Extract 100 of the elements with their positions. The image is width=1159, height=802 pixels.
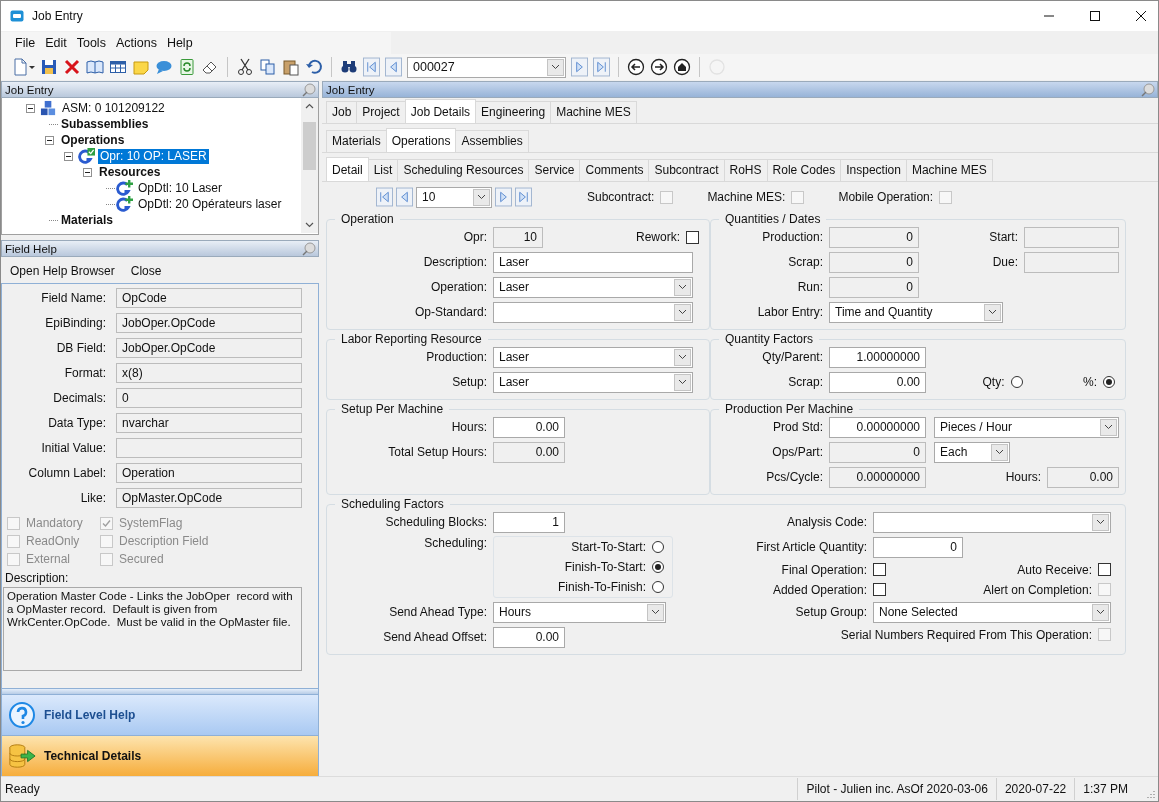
tree-item[interactable]: Materials — [59, 212, 116, 228]
checkbox[interactable] — [873, 563, 886, 576]
dropdown-field[interactable]: Laser — [493, 346, 693, 368]
dropdown-field[interactable]: Laser — [493, 371, 693, 393]
next-record-icon[interactable] — [571, 57, 588, 77]
undo-icon[interactable] — [305, 58, 323, 76]
input-field[interactable]: 1 — [493, 511, 565, 533]
save-icon[interactable] — [40, 58, 58, 76]
input-field[interactable]: JobOper.OpCode — [116, 313, 302, 333]
tab[interactable]: Machine MES — [905, 159, 993, 181]
menu-item[interactable]: Help — [162, 33, 197, 53]
checkbox[interactable] — [686, 230, 699, 244]
input-field[interactable]: 0.00 — [493, 441, 565, 463]
input-field[interactable]: OpCode — [116, 288, 302, 308]
input-field[interactable]: 0.00 — [493, 626, 565, 648]
resize-grip-icon[interactable] — [1146, 789, 1156, 799]
checkbox[interactable] — [1098, 563, 1111, 576]
last-record-icon[interactable] — [593, 57, 610, 77]
menu-item[interactable]: Actions — [111, 33, 161, 53]
tree-item[interactable]: Resources — [97, 164, 163, 180]
dropdown-field[interactable]: Each — [934, 441, 1010, 463]
expander-icon[interactable] — [45, 135, 54, 145]
tab[interactable]: Job — [326, 101, 358, 123]
input-field[interactable] — [1024, 251, 1119, 273]
input-field[interactable]: 0 — [116, 388, 302, 408]
input-field[interactable]: 0.00000000 — [829, 416, 926, 438]
menu-item[interactable]: File — [11, 33, 40, 53]
input-field[interactable]: 0 — [873, 536, 963, 558]
input-field[interactable]: JobOper.OpCode — [116, 338, 302, 358]
input-field[interactable]: OpMaster.OpCode — [116, 488, 302, 508]
tree-item[interactable]: OpDtl: 10 Laser — [136, 180, 225, 196]
dropdown-field[interactable]: Laser — [493, 276, 693, 298]
tree-item[interactable]: Operations — [59, 132, 127, 148]
input-field[interactable]: 1.00000000 — [829, 346, 926, 368]
paste-icon[interactable] — [282, 58, 300, 76]
input-field[interactable] — [1024, 226, 1119, 248]
description-field[interactable]: Operation Master Code - Links the JobOper record with a OpMaster record. Default is given from WrkCenter.OpCode. Must be valid in the OpMaster file. — [3, 587, 302, 671]
tab[interactable]: Assemblies — [455, 130, 529, 152]
tab[interactable]: Job Details — [404, 99, 477, 123]
expander-icon[interactable] — [83, 167, 92, 177]
navigation-bar-button[interactable]: Technical Details — [2, 735, 318, 776]
input-field[interactable]: 0 — [829, 251, 919, 273]
expander-icon[interactable] — [26, 103, 35, 113]
last-record-icon[interactable] — [515, 187, 532, 207]
input-field[interactable]: 0.00 — [829, 371, 926, 393]
scissors-icon[interactable] — [236, 58, 254, 76]
tree-item[interactable]: Opr: 10 OP: LASER — [98, 148, 209, 164]
splitter-handle[interactable] — [2, 688, 318, 694]
dropdown-field[interactable] — [873, 511, 1111, 533]
first-record-icon[interactable] — [376, 187, 393, 207]
menu-item[interactable]: Edit — [41, 33, 71, 53]
checkbox[interactable] — [873, 583, 886, 596]
refresh-icon[interactable] — [178, 58, 196, 76]
tree-item[interactable]: Subassemblies — [59, 116, 151, 132]
input-field[interactable] — [116, 438, 302, 458]
radio-button[interactable] — [652, 561, 664, 573]
record-dropdown[interactable]: 000027 — [407, 56, 566, 78]
dropdown-field[interactable]: Pieces / Hour — [934, 416, 1119, 438]
input-field[interactable]: 0.00 — [493, 416, 565, 438]
dropdown-field[interactable] — [493, 301, 693, 323]
radio-button[interactable] — [1103, 376, 1115, 388]
menu-item[interactable]: Close — [125, 261, 167, 281]
tab[interactable]: Materials — [326, 130, 387, 152]
input-field[interactable]: 0.00000000 — [829, 466, 926, 488]
navigation-bar-button[interactable]: Field Level Help — [2, 694, 318, 735]
menu-item[interactable]: Tools — [72, 33, 110, 53]
copy-icon[interactable] — [259, 58, 277, 76]
input-field[interactable]: Laser — [493, 251, 693, 273]
tab[interactable]: Machine MES — [550, 101, 637, 123]
input-field[interactable]: 0 — [829, 276, 919, 298]
dropdown-field[interactable]: Hours — [493, 601, 666, 623]
close-icon[interactable] — [1135, 10, 1147, 22]
input-field[interactable]: 0.00 — [1047, 466, 1119, 488]
expander-icon[interactable] — [64, 151, 73, 161]
first-record-icon[interactable] — [363, 57, 380, 77]
radio-button[interactable] — [652, 541, 664, 553]
grid-icon[interactable] — [109, 58, 127, 76]
record-dropdown[interactable]: 10 — [416, 186, 492, 208]
input-field[interactable]: nvarchar — [116, 413, 302, 433]
tab[interactable]: Operations — [385, 128, 457, 152]
input-field[interactable]: 0 — [829, 441, 926, 463]
input-field[interactable]: 0 — [829, 226, 919, 248]
dropdown-field[interactable]: Time and Quantity — [829, 301, 1003, 323]
menu-item[interactable]: Open Help Browser — [5, 261, 120, 281]
speech-bubble-icon[interactable] — [155, 58, 173, 76]
delete-icon[interactable] — [63, 58, 81, 76]
tree-item[interactable]: OpDtl: 20 Opérateurs laser — [136, 196, 284, 212]
note-icon[interactable] — [132, 58, 150, 76]
scrollbar[interactable] — [301, 98, 318, 233]
home-icon[interactable] — [673, 58, 691, 76]
maximize-icon[interactable] — [1089, 10, 1101, 22]
dropdown-field[interactable]: None Selected — [873, 601, 1111, 623]
input-field[interactable]: Operation — [116, 463, 302, 483]
radio-button[interactable] — [1010, 376, 1023, 388]
book-icon[interactable] — [86, 58, 104, 76]
tab[interactable]: Detail — [326, 157, 369, 181]
previous-record-icon[interactable] — [385, 57, 402, 77]
previous-record-icon[interactable] — [396, 187, 413, 207]
tree-item[interactable]: ASM: 0 101209122 — [60, 100, 167, 116]
radio-button[interactable] — [652, 581, 664, 593]
